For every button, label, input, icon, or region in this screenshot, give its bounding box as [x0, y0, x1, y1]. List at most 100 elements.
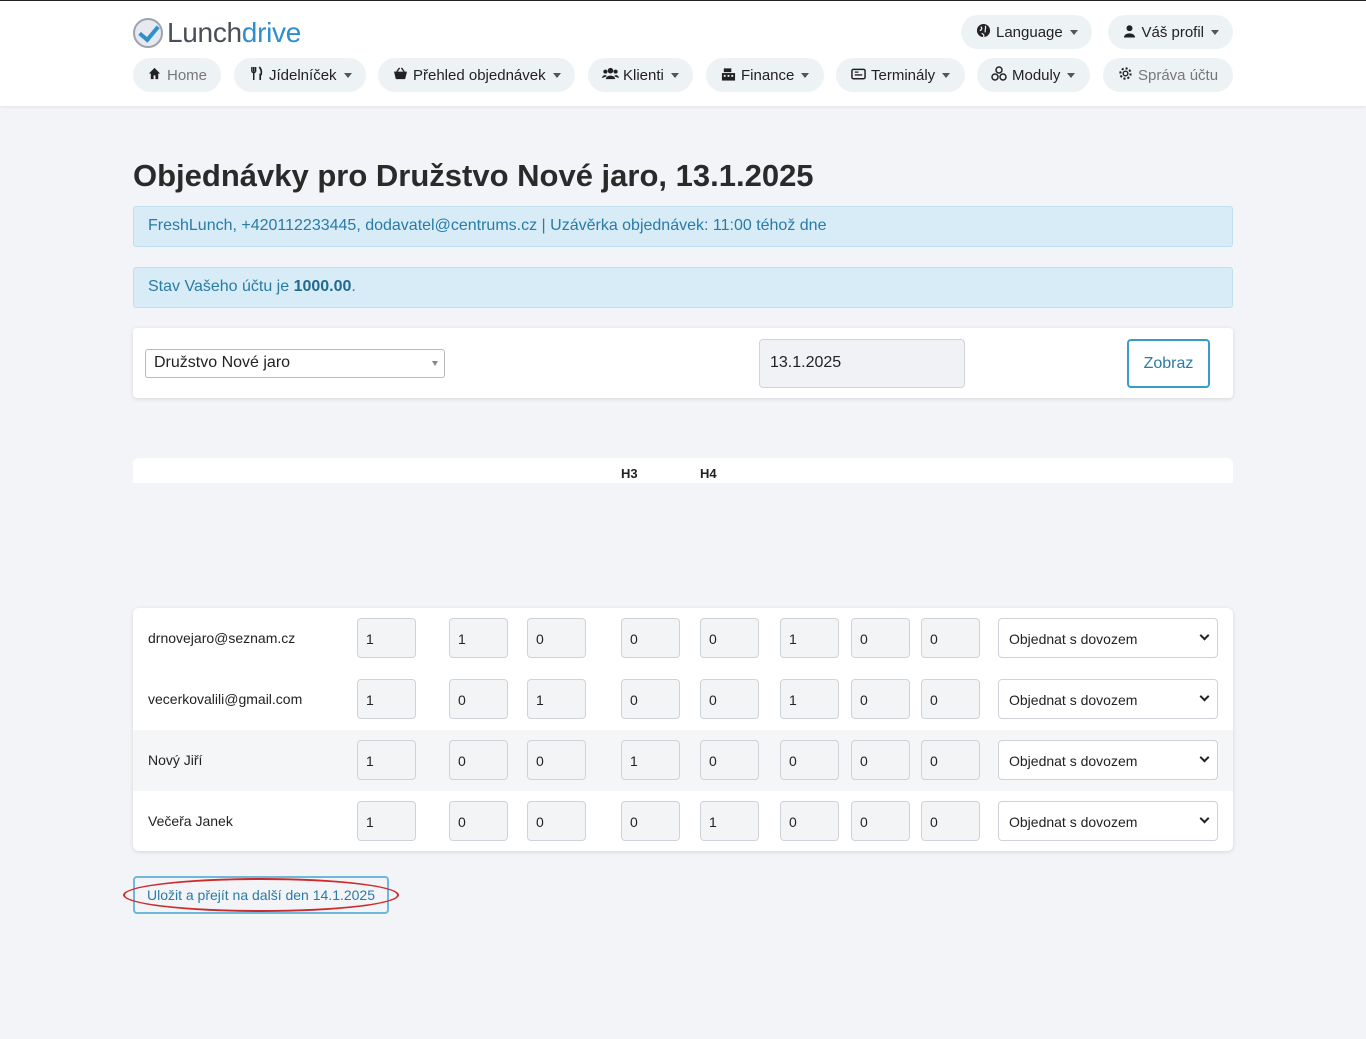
quantity-input[interactable]: 1 [700, 801, 759, 841]
quantity-input[interactable]: 0 [621, 801, 680, 841]
quantity-input[interactable]: 1 [357, 679, 416, 719]
page-title: Objednávky pro Družstvo Nové jaro, 13.1.… [133, 158, 814, 193]
nav-account[interactable]: Správa účtu [1103, 58, 1233, 92]
nav-modules[interactable]: Moduly [977, 58, 1090, 92]
quantity-input[interactable]: 1 [357, 618, 416, 658]
quantity-input[interactable]: 0 [780, 801, 839, 841]
globe-icon [975, 23, 991, 41]
show-button[interactable]: Zobraz [1127, 339, 1210, 388]
balance-prefix: Stav Vašeho účtu je [148, 278, 294, 295]
chevron-down-icon [1199, 630, 1210, 641]
table-row: Večeřa Janek 1 0 0 0 1 0 0 0 Objednat s … [133, 791, 1233, 851]
nav-finance-label: Finance [741, 66, 795, 84]
chevron-down-icon [1067, 72, 1076, 78]
gear-icon [1117, 66, 1133, 84]
logo[interactable]: Lunchdrive [133, 17, 301, 49]
quantity-input[interactable]: 1 [621, 740, 680, 780]
chevron-down-icon [1211, 29, 1219, 35]
chevron-down-icon [1199, 813, 1210, 824]
nav-clients[interactable]: Klienti [588, 58, 693, 92]
quantity-input[interactable]: 0 [621, 618, 680, 658]
chevron-down-icon [1199, 691, 1210, 702]
quantity-input[interactable]: 0 [527, 740, 586, 780]
quantity-input[interactable]: 0 [921, 740, 980, 780]
quantity-input[interactable]: 0 [921, 679, 980, 719]
user-icon [1122, 24, 1136, 41]
supplier-info-alert: FreshLunch, +420112233445, dodavatel@cen… [133, 206, 1233, 247]
nav-orders[interactable]: Přehled objednávek [378, 58, 575, 92]
quantity-input[interactable]: 1 [527, 679, 586, 719]
quantity-input[interactable]: 0 [527, 801, 586, 841]
nav-terminals-label: Terminály [871, 66, 936, 84]
logo-check-icon [133, 18, 163, 48]
date-input-value: 13.1.2025 [770, 354, 842, 371]
table-row: drnovejaro@seznam.cz 1 1 0 0 0 1 0 0 Obj… [133, 608, 1233, 669]
delivery-mode-select[interactable]: Objednat s dovozem [998, 618, 1218, 658]
orderer-name: Večeřa Janek [148, 813, 233, 829]
chevron-down-icon [552, 72, 561, 78]
profile-dropdown[interactable]: Váš profil [1108, 15, 1233, 49]
quantity-input[interactable]: 0 [449, 679, 508, 719]
table-row: Nový Jiří 1 0 0 1 0 0 0 0 Objednat s dov… [133, 730, 1233, 791]
orders-table: drnovejaro@seznam.cz 1 1 0 0 0 1 0 0 Obj… [133, 608, 1233, 851]
chevron-down-icon [343, 72, 352, 78]
delivery-mode-value: Objednat s dovozem [1009, 692, 1138, 708]
orderer-name: Nový Jiří [148, 752, 203, 768]
top-navbar: Lunchdrive Language Váš profil Home Jíde… [0, 0, 1366, 106]
delivery-mode-select[interactable]: Objednat s dovozem [998, 801, 1218, 841]
client-select[interactable]: Družstvo Nové jaro [145, 349, 445, 378]
annotation-ellipse [123, 878, 399, 912]
filter-panel: Družstvo Nové jaro 13.1.2025 Zobraz [133, 328, 1233, 398]
quantity-input[interactable]: 1 [780, 679, 839, 719]
quantity-input[interactable]: 0 [700, 740, 759, 780]
quantity-input[interactable]: 0 [851, 740, 910, 780]
quantity-input[interactable]: 0 [921, 801, 980, 841]
quantity-input[interactable]: 0 [851, 618, 910, 658]
balance-suffix: . [351, 278, 356, 295]
nav-home-label: Home [166, 66, 207, 84]
nav-home[interactable]: Home [133, 58, 221, 92]
quantity-input[interactable]: 1 [357, 740, 416, 780]
nav-terminals[interactable]: Terminály [836, 58, 965, 92]
quantity-input[interactable]: 0 [780, 740, 839, 780]
cash-register-icon [720, 67, 736, 84]
balance-value: 1000.00 [293, 278, 352, 295]
delivery-mode-value: Objednat s dovozem [1009, 631, 1138, 647]
quantity-input[interactable]: 0 [700, 618, 759, 658]
date-input[interactable]: 13.1.2025 [759, 339, 965, 388]
language-dropdown[interactable]: Language [961, 15, 1092, 49]
quantity-input[interactable]: 0 [621, 679, 680, 719]
table-row: vecerkovalili@gmail.com 1 0 1 0 0 1 0 0 … [133, 669, 1233, 730]
nav-account-label: Správa účtu [1138, 66, 1219, 84]
quantity-input[interactable]: 1 [449, 618, 508, 658]
nav-menu[interactable]: Jídelníček [234, 58, 366, 92]
utensils-icon [248, 66, 264, 84]
quantity-input[interactable]: 0 [921, 618, 980, 658]
column-header-h4: H4 [700, 466, 717, 481]
quantity-input[interactable]: 0 [851, 679, 910, 719]
chevron-down-icon [670, 72, 679, 78]
delivery-mode-value: Objednat s dovozem [1009, 814, 1138, 830]
chevron-down-icon [1199, 752, 1210, 763]
delivery-mode-select[interactable]: Objednat s dovozem [998, 740, 1218, 780]
quantity-input[interactable]: 0 [527, 618, 586, 658]
quantity-input[interactable]: 0 [700, 679, 759, 719]
terminal-icon [850, 68, 866, 83]
orderer-name: drnovejaro@seznam.cz [148, 630, 296, 646]
nav-finance[interactable]: Finance [706, 58, 824, 92]
nav-clients-label: Klienti [623, 66, 664, 84]
quantity-input[interactable]: 0 [851, 801, 910, 841]
quantity-input[interactable]: 0 [449, 801, 508, 841]
delivery-mode-select[interactable]: Objednat s dovozem [998, 679, 1218, 719]
chevron-down-icon [1069, 29, 1078, 35]
profile-label: Váš profil [1141, 23, 1204, 41]
logo-text: Lunchdrive [167, 17, 301, 48]
quantity-input[interactable]: 0 [449, 740, 508, 780]
nav-menu-label: Jídelníček [269, 66, 337, 84]
orders-table-header: H3 H4 [133, 458, 1233, 483]
chevron-down-icon [801, 72, 810, 78]
supplier-info-text: FreshLunch, +420112233445, dodavatel@cen… [148, 217, 827, 234]
quantity-input[interactable]: 1 [780, 618, 839, 658]
quantity-input[interactable]: 1 [357, 801, 416, 841]
home-icon [147, 67, 162, 83]
